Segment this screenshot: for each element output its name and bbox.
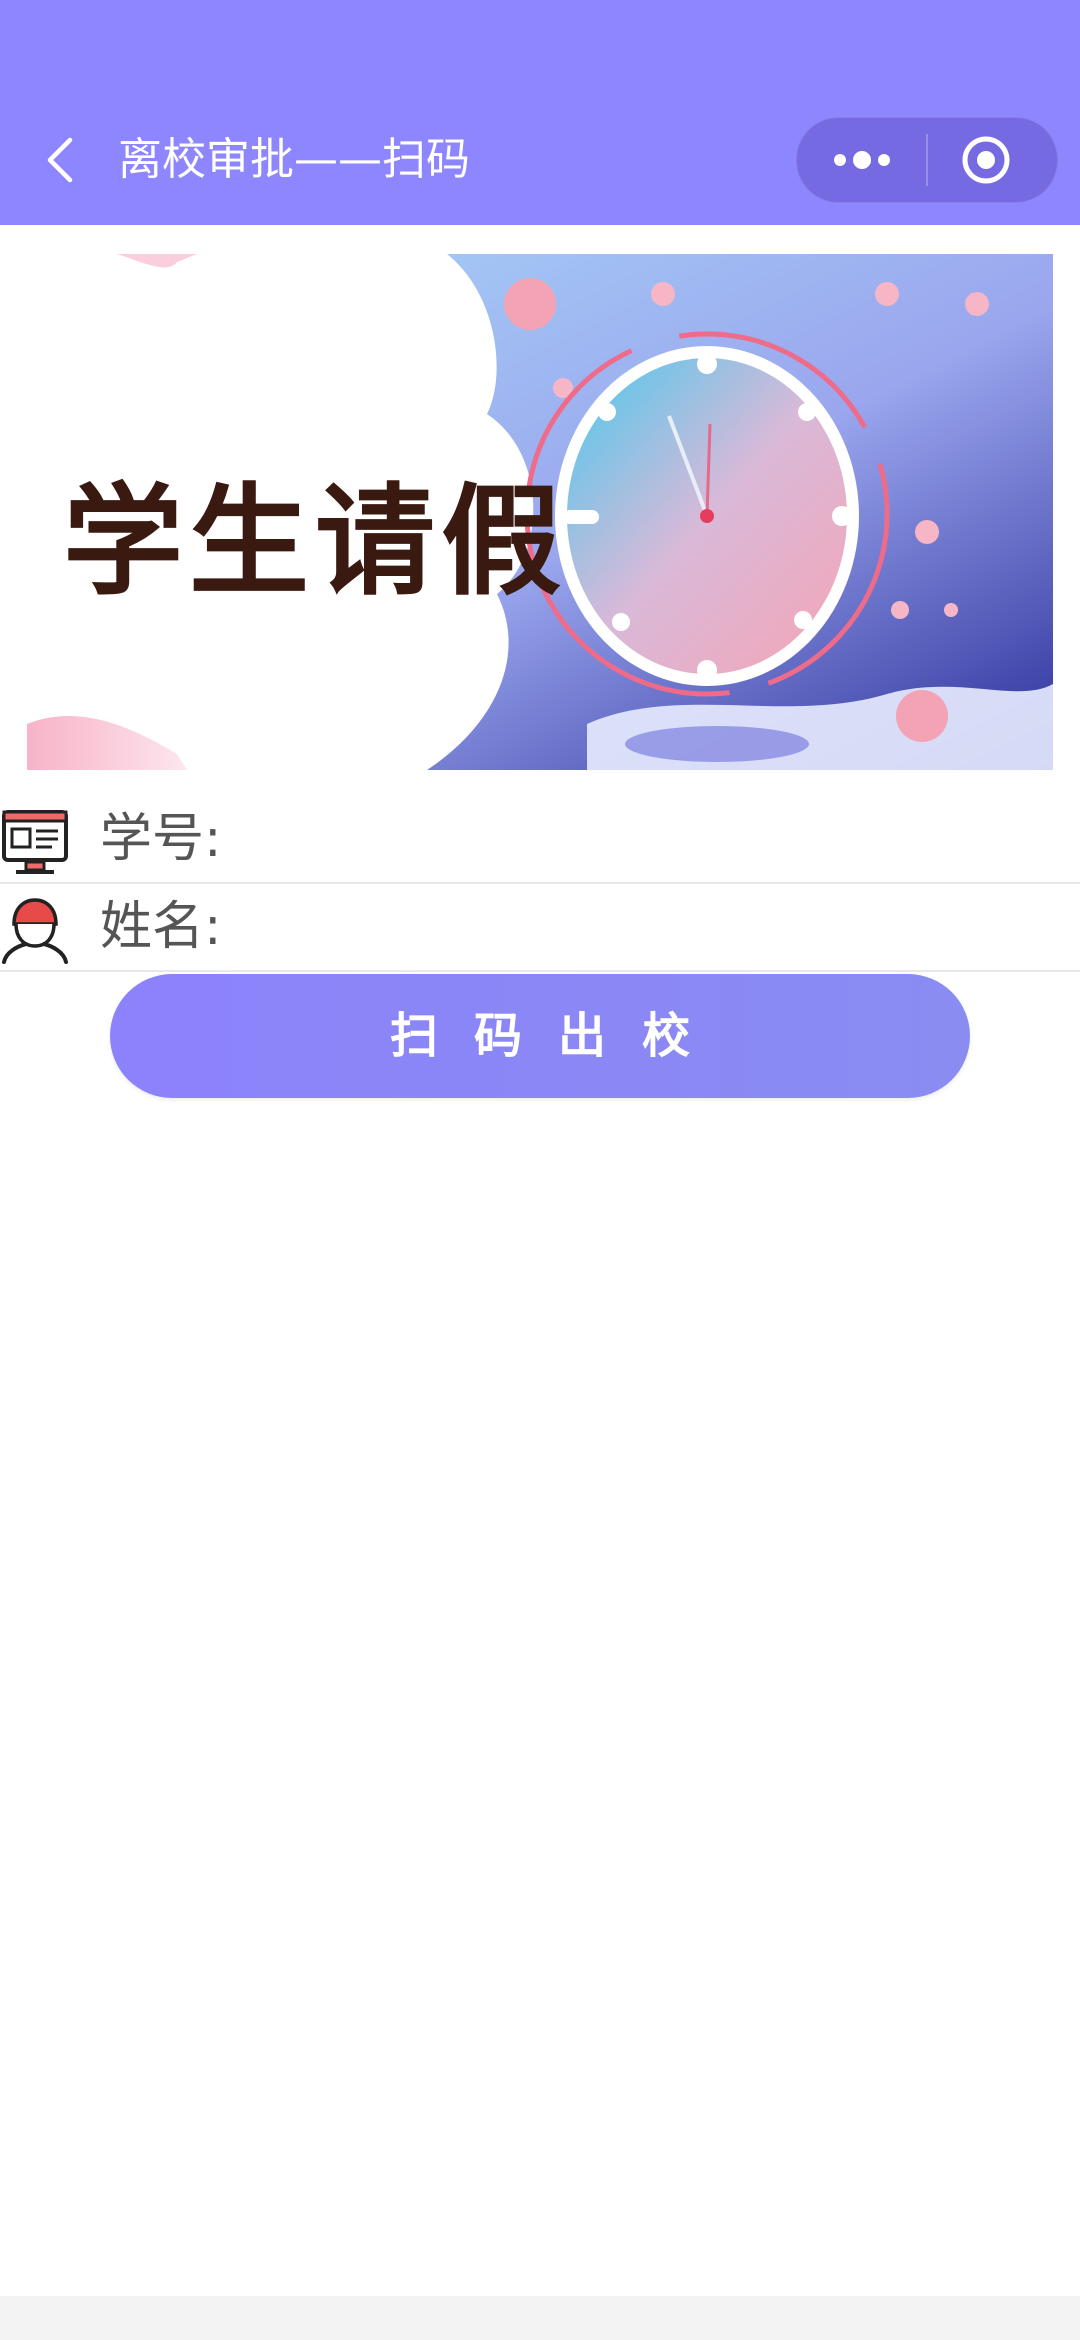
bottom-bar [0, 2296, 1080, 2340]
student-id-row: 学号: [0, 796, 1080, 884]
id-card-icon [0, 806, 70, 876]
name-label: 姓名: [100, 897, 222, 957]
target-circle-icon [962, 136, 1010, 184]
mini-program-capsule [796, 117, 1058, 203]
leave-banner: 学生请假 [27, 254, 1053, 770]
name-row: 姓名: [0, 884, 1080, 972]
nav-header: 离校审批——扫码 [0, 0, 1080, 225]
more-dots-icon [834, 151, 890, 169]
scan-exit-button[interactable]: 扫码出校 [110, 974, 970, 1098]
page-title: 离校审批——扫码 [118, 134, 470, 185]
banner-title: 学生请假 [63, 473, 567, 612]
student-id-label: 学号: [100, 809, 222, 869]
close-miniprogram-button[interactable] [960, 134, 1012, 186]
user-icon [0, 894, 70, 964]
back-button[interactable] [38, 130, 82, 190]
chevron-left-icon [47, 137, 73, 183]
capsule-divider [926, 134, 928, 186]
page: 离校审批——扫码 学生请假 学号: 姓名: 扫码出校 [0, 0, 1080, 2340]
more-button[interactable] [829, 136, 895, 184]
